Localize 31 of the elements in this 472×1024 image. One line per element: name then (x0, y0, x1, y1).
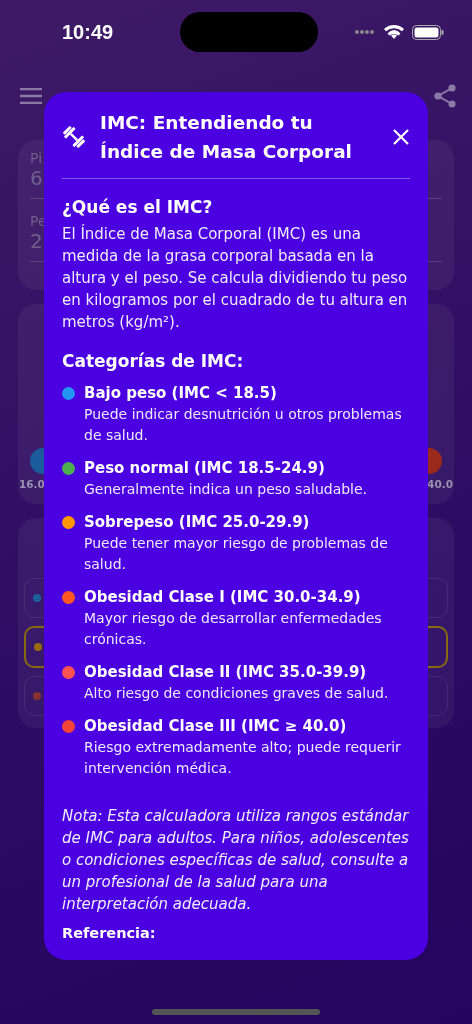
category-description: Alto riesgo de condiciones graves de salud. (84, 684, 390, 703)
category-name: Bajo peso (IMC < 18.5) (84, 383, 278, 404)
section-heading: Categorías de IMC: (62, 351, 245, 371)
dialog-title: IMC: Entendiendo tu Índice de Masa Corporal (100, 111, 353, 164)
close-icon[interactable] (392, 128, 410, 146)
category-name: Sobrepeso (IMC 25.0-29.9) (84, 512, 311, 533)
field-label: Pi (30, 150, 43, 166)
signal-icon (354, 29, 376, 35)
dumbbell-icon (62, 125, 86, 149)
category-name: Obesidad Clase III (IMC ≥ 40.0) (84, 716, 348, 737)
share-icon[interactable] (434, 84, 456, 108)
category-description: Riesgo extremadamente alto; puede requerir intervención médica. (84, 738, 402, 778)
field-value: 2 (30, 229, 43, 253)
section-heading: Referencia: (62, 925, 157, 941)
scale-value: 40.0 (427, 478, 453, 490)
scale-value: 16.0 (19, 478, 45, 490)
category-description: Mayor riesgo de desarrollar enfermedades crónicas. (84, 609, 383, 649)
section-heading: ¿Qué es el IMC? (62, 197, 214, 217)
field-value: 6 (30, 166, 43, 190)
wifi-icon (384, 24, 404, 40)
category-name: Obesidad Clase II (IMC 35.0-39.9) (84, 662, 368, 683)
category-name: Obesidad Clase I (IMC 30.0-34.9) (84, 587, 362, 608)
status-time: 10:49 (62, 20, 114, 44)
category-description: Generalmente indica un peso saludable. (84, 480, 369, 499)
intro-paragraph: El Índice de Masa Corporal (IMC) es una medida de la grasa corporal basada en la altura y el peso. Se calcula dividiendo tu peso en kilogramos por el cuadrado de tu altura en metros (kg/m²). (62, 223, 409, 333)
category-description: Puede indicar desnutrición u otros problemas de salud. (84, 405, 403, 445)
battery-icon (412, 24, 444, 40)
menu-icon[interactable] (20, 88, 42, 104)
category-description: Puede tener mayor riesgo de problemas de salud. (84, 534, 389, 574)
note-text: Nota: Esta calculadora utiliza rangos estándar de IMC para adultos. Para niños, adolescentes o condiciones específicas de salud, consulte a un profesional de la salud para una interpretación adecuada. (62, 806, 410, 915)
category-name: Peso normal (IMC 18.5-24.9) (84, 458, 326, 479)
